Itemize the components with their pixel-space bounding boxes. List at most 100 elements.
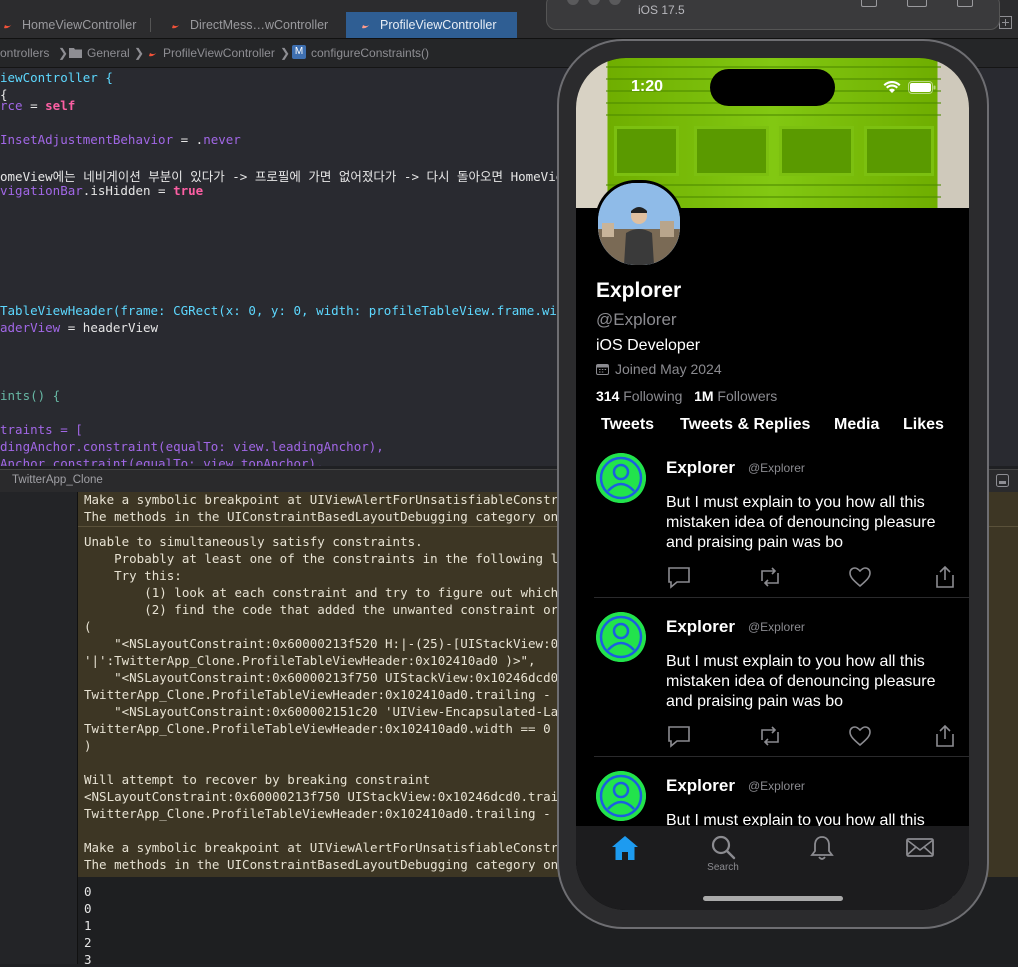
tab-label: DirectMess…wController [190,18,329,32]
tweet-text: But I must explain to you how all this m… [666,494,936,551]
retweet-icon[interactable] [757,565,783,589]
tweet-avatar[interactable] [596,771,646,821]
tab-label: ProfileViewController [380,18,497,32]
like-icon[interactable] [847,565,873,589]
zoom-window-button[interactable] [609,0,621,5]
chevron-right-icon: ❯ [134,46,145,60]
envelope-icon[interactable] [905,834,935,862]
share-icon[interactable] [932,565,958,589]
screenshot-icon[interactable] [907,0,927,7]
console-line: The methods in the UIConstraintBasedLayo… [84,857,559,872]
console-line: Make a symbolic breakpoint at UIViewAler… [84,840,566,855]
code-line: traints = [ [0,422,83,437]
add-tab-icon[interactable] [999,16,1012,29]
bell-icon[interactable] [807,834,837,862]
console-line: Try this: [84,568,182,583]
console-line: "<NSLayoutConstraint:0x60000213f520 H:|-… [84,636,566,651]
tweet-author-name: Explorer [666,458,735,477]
chevron-right-icon: ❯ [280,46,291,60]
followers-count: 1M [694,388,714,404]
console-output-line: 0 [84,901,92,916]
console-output-line: 0 [84,884,92,899]
swift-file-icon [362,24,370,29]
toggle-console-icon[interactable] [996,474,1009,487]
home-button-icon[interactable] [861,0,877,7]
tweet-divider [594,597,969,598]
tab-search-label[interactable]: Search [705,862,741,873]
breadcrumb-method[interactable]: configureConstraints() [311,46,429,60]
console-line: ( [84,619,92,634]
avatar[interactable] [595,180,683,268]
search-icon[interactable] [708,834,738,862]
code-line: TableViewHeader(frame: CGRect(x: 0, y: 0… [0,303,565,318]
code-line: dingAnchor.constraint(equalTo: view.lead… [0,439,384,454]
console-line: ) [84,738,92,753]
followers-label[interactable]: Followers [717,388,777,404]
profile-joined: Joined May 2024 [596,361,722,377]
console-line: Unable to simultaneously satisfy constra… [84,534,423,549]
variables-pane [0,492,78,964]
tweet-author-handle: @Explorer [748,461,805,475]
console-output-line: 3 [84,952,92,967]
console-line: TwitterApp_Clone.ProfileTableViewHeader:… [84,806,566,821]
tweet-avatar[interactable] [596,453,646,503]
tweet-cell[interactable]: Explorer @Explorer But I must explain to y… [576,453,969,612]
tab-home-view-controller[interactable]: HomeViewController [2,10,136,40]
breadcrumb-file[interactable]: ProfileViewController [163,46,275,60]
tab-tweets-and-replies[interactable]: Tweets & Replies [680,416,810,434]
follow-counts: 314 Following 1M Followers [596,388,777,404]
iphone-screen: 1:20 Explorer @Explorer iOS Developer Jo… [576,58,969,910]
swift-file-icon [149,52,157,57]
simulator-os-label: iOS 17.5 [638,3,685,17]
console-line: The methods in the UIConstraintBasedLayo… [84,509,559,524]
profile-photo [598,183,680,265]
retweet-icon[interactable] [757,724,783,748]
tweet-avatar[interactable] [596,612,646,662]
console-line: "<NSLayoutConstraint:0x60000213f750 UISt… [84,670,566,685]
console-line: Will attempt to recover by breaking cons… [84,772,431,787]
simulator-title-bar: iOS 17.5 [546,0,1000,30]
chevron-right-icon: ❯ [58,46,69,60]
following-count: 314 [596,388,620,404]
folder-icon [69,48,82,58]
console-line: Make a symbolic breakpoint at UIViewAler… [84,492,566,507]
tab-likes[interactable]: Likes [903,416,944,434]
tab-profile-view-controller[interactable]: ProfileViewController [346,12,517,38]
home-icon[interactable] [610,834,640,862]
tab-media[interactable]: Media [834,416,879,434]
reply-icon[interactable] [666,565,692,589]
tab-label: HomeViewController [22,18,137,32]
swift-file-icon [172,24,180,29]
tweet-author-handle: @Explorer [748,620,805,634]
share-icon[interactable] [932,724,958,748]
code-line: Anchor.constraint(equalTo: view.topAncho… [0,456,324,466]
rotate-icon[interactable] [957,0,973,7]
breadcrumb-general[interactable]: General [87,46,130,60]
joined-label: Joined May 2024 [615,361,722,377]
code-line: vigationBar.isHidden = true [0,183,204,198]
tweet-author-handle: @Explorer [748,779,805,793]
home-indicator [703,896,843,901]
code-line: InsetAdjustmentBehavior = .never [0,132,241,147]
following-label[interactable]: Following [623,388,682,404]
tweet-author-name: Explorer [666,776,735,795]
console-line: <NSLayoutConstraint:0x60000213f750 UISta… [84,789,566,804]
like-icon[interactable] [847,724,873,748]
method-icon: M [292,45,306,59]
tab-tweets[interactable]: Tweets [601,416,654,434]
wifi-icon [883,81,901,93]
profile-bio: iOS Developer [596,337,701,354]
tab-direct-message-controller[interactable]: DirectMess…wController [170,10,328,40]
breadcrumb-controllers[interactable]: ontrollers [0,46,49,60]
tweet-cell[interactable]: Explorer @Explorer But I must explain to y… [576,612,969,771]
swift-file-icon [4,24,12,29]
tweet-divider [594,756,969,757]
console-line: (2) find the code that added the unwante… [84,602,559,617]
minimize-window-button[interactable] [588,0,600,5]
close-window-button[interactable] [567,0,579,5]
debug-target-label: TwitterApp_Clone [12,474,103,486]
profile-handle: @Explorer [596,310,677,329]
dynamic-island [710,69,835,106]
reply-icon[interactable] [666,724,692,748]
battery-icon [908,81,936,94]
